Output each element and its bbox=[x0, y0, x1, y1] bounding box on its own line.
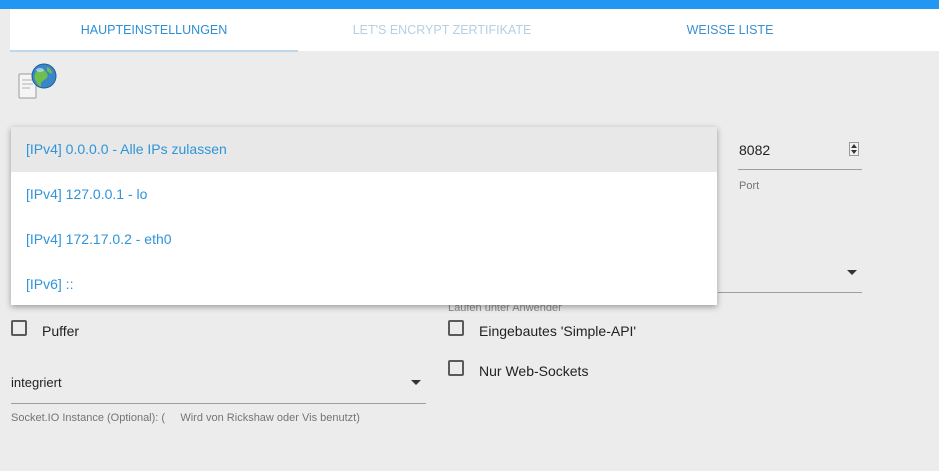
chevron-down-icon bbox=[411, 380, 421, 385]
puffer-checkbox[interactable] bbox=[11, 320, 27, 336]
active-tab-indicator bbox=[10, 50, 298, 52]
web-adapter-logo-icon bbox=[16, 62, 60, 102]
port-spinner[interactable] bbox=[849, 142, 859, 156]
web-sockets-checkbox[interactable] bbox=[448, 360, 464, 376]
simple-api-label: Eingebautes 'Simple-API' bbox=[479, 323, 637, 339]
top-accent-bar bbox=[0, 0, 939, 9]
dropdown-option[interactable]: [IPv4] 172.17.0.2 - eth0 bbox=[11, 217, 717, 262]
run-as-select[interactable] bbox=[718, 255, 862, 293]
socket-io-value: integriert bbox=[11, 375, 62, 390]
tab-main-settings[interactable]: HAUPTEINSTELLUNGEN bbox=[10, 9, 298, 51]
dropdown-option[interactable]: [IPv4] 0.0.0.0 - Alle IPs zulassen bbox=[11, 127, 717, 172]
port-input[interactable]: 8082 bbox=[738, 134, 862, 170]
port-label: Port bbox=[739, 180, 760, 192]
simple-api-checkbox[interactable] bbox=[448, 320, 464, 336]
tab-whitelist[interactable]: WEISSE LISTE bbox=[586, 9, 874, 51]
spinner-down-icon[interactable] bbox=[851, 150, 857, 154]
tab-lets-encrypt[interactable]: LET'S ENCRYPT ZERTIFIKATE bbox=[298, 9, 586, 51]
socket-io-select[interactable]: integriert bbox=[11, 364, 426, 404]
puffer-label: Puffer bbox=[42, 323, 80, 339]
ip-bind-dropdown-menu: [IPv4] 0.0.0.0 - Alle IPs zulassen [IPv4… bbox=[11, 127, 717, 305]
tab-bar: HAUPTEINSTELLUNGEN LET'S ENCRYPT ZERTIFI… bbox=[10, 9, 939, 52]
dropdown-option[interactable]: [IPv4] 127.0.0.1 - lo bbox=[11, 172, 717, 217]
socket-io-label: Socket.IO Instance (Optional): ( Wird vo… bbox=[11, 412, 360, 424]
spinner-up-icon[interactable] bbox=[851, 144, 857, 148]
web-sockets-label: Nur Web-Sockets bbox=[479, 363, 589, 379]
port-value: 8082 bbox=[739, 142, 771, 158]
chevron-down-icon bbox=[847, 270, 857, 275]
dropdown-option[interactable]: [IPv6] :: bbox=[11, 262, 717, 307]
